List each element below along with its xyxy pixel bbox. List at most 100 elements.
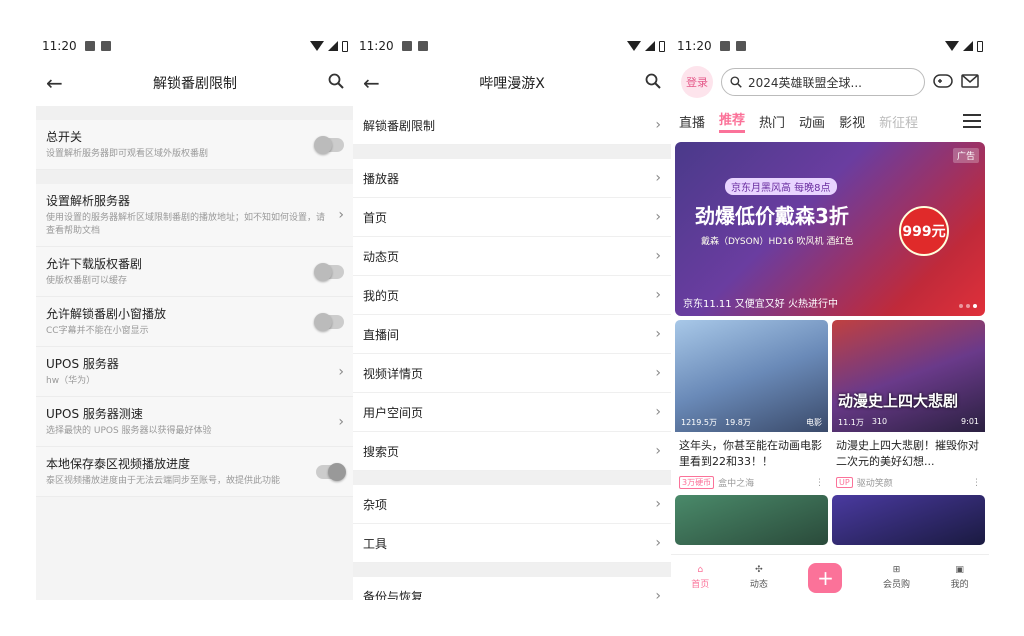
view-count: 1219.5万 <box>681 418 717 427</box>
chevron-right-icon: › <box>655 287 661 303</box>
video-feed: 1219.5万 19.8万 电影 这年头，你甚至能在动画电影里看到22和33！！… <box>671 316 989 495</box>
toggle-switch[interactable] <box>314 312 344 331</box>
setting-subtitle: 使版权番剧可以缓存 <box>46 276 128 286</box>
search-icon[interactable] <box>316 73 344 93</box>
wifi-icon <box>310 41 324 51</box>
menu-item-video-detail[interactable]: 视频详情页 › <box>353 354 671 393</box>
toggle-switch[interactable] <box>314 135 344 154</box>
video-card[interactable]: 动漫史上四大悲剧 11.1万 310 9:01 动漫史上四大悲剧！摧毁你对二次元… <box>832 320 985 491</box>
coin-badge: 3万硬币 <box>679 476 715 489</box>
battery-icon <box>659 40 665 52</box>
menu-item-search[interactable]: 搜索页 › <box>353 432 671 471</box>
tab-hot[interactable]: 热门 <box>759 112 785 131</box>
setting-subtitle: 选择最快的 UPOS 服务器以获得最好体验 <box>46 426 212 436</box>
plus-icon: + <box>808 562 843 593</box>
tab-anime[interactable]: 动画 <box>799 112 825 131</box>
carousel-dots <box>959 304 977 308</box>
tab-movies[interactable]: 影视 <box>839 112 865 131</box>
nav-publish[interactable]: + <box>808 562 843 593</box>
more-options-icon[interactable]: ⋮ <box>972 478 981 488</box>
status-time: 11:20 <box>42 39 77 53</box>
menu-item-tools[interactable]: 工具 › <box>353 524 671 563</box>
chevron-right-icon: › <box>655 326 661 342</box>
ad-banner[interactable]: 广告 京东月黑风高 每晚8点 劲爆低价戴森3折 戴森（DYSON）HD16 吹风… <box>675 142 985 316</box>
banner-price: 999元 <box>899 206 949 256</box>
setting-title: 允许解锁番剧小窗播放 <box>46 307 167 321</box>
status-bar: 11:20 <box>36 32 354 60</box>
menu-item-mine[interactable]: 我的页 › <box>353 276 671 315</box>
setting-subtitle: 泰区视频播放进度由于无法云端同步至账号，故提供此功能 <box>46 476 281 486</box>
nav-dynamic[interactable]: ✣ 动态 <box>750 565 768 590</box>
hamburger-menu-icon[interactable] <box>963 110 981 132</box>
menu-item-user-space[interactable]: 用户空间页 › <box>353 393 671 432</box>
nav-home[interactable]: ⌂ 首页 <box>691 565 709 590</box>
banner-promo: 京东月黑风高 每晚8点 <box>725 178 837 195</box>
menu-item-unlock-bangumi[interactable]: 解锁番剧限制 › <box>353 106 671 145</box>
video-duration: 9:01 <box>961 417 979 426</box>
mail-icon[interactable] <box>961 73 979 92</box>
comment-count: 310 <box>871 417 888 426</box>
image-notification-icon <box>719 41 730 51</box>
home-icon: ⌂ <box>697 565 704 575</box>
setting-title: UPOS 服务器 <box>46 357 119 371</box>
signal-icon <box>963 41 973 51</box>
status-bar: 11:20 <box>671 32 989 60</box>
chevron-right-icon: › <box>655 170 661 186</box>
app-bar: ← 哔哩漫游X <box>353 60 671 106</box>
setting-parse-server[interactable]: 设置解析服务器 使用设置的服务器解析区域限制番剧的播放地址；如不知如何设置，请查看… <box>36 184 354 247</box>
nav-me[interactable]: ▣ 我的 <box>951 565 969 590</box>
video-tag: 电影 <box>806 418 822 427</box>
category-tabs: 直播 推荐 热门 动画 影视 新征程 <box>671 104 989 138</box>
gamepad-icon[interactable] <box>933 73 953 92</box>
author-name[interactable]: 盒中之海 <box>718 476 754 489</box>
chevron-right-icon: › <box>655 443 661 459</box>
setting-master-switch[interactable]: 总开关 设置解析服务器即可观看区域外版权番剧 <box>36 120 354 170</box>
chevron-right-icon: › <box>655 117 661 133</box>
menu-item-live[interactable]: 直播间 › <box>353 315 671 354</box>
menu-item-misc[interactable]: 杂项 › <box>353 485 671 524</box>
tab-recommend[interactable]: 推荐 <box>719 109 746 133</box>
login-button[interactable]: 登录 <box>681 66 713 98</box>
setting-upos-server[interactable]: UPOS 服务器 hw（华为） › <box>36 347 354 397</box>
more-options-icon[interactable]: ⋮ <box>815 478 824 488</box>
video-thumbnail: 1219.5万 19.8万 电影 <box>675 320 828 432</box>
video-thumbnail: 动漫史上四大悲剧 11.1万 310 9:01 <box>832 320 985 432</box>
pinwheel-icon: ✣ <box>755 565 763 575</box>
back-arrow-icon[interactable]: ← <box>46 71 74 95</box>
chevron-right-icon: › <box>655 209 661 225</box>
toggle-switch[interactable] <box>316 462 346 481</box>
tab-live[interactable]: 直播 <box>679 112 705 131</box>
setting-subtitle: 设置解析服务器即可观看区域外版权番剧 <box>46 149 209 159</box>
setting-subtitle: 使用设置的服务器解析区域限制番剧的播放地址；如不知如何设置，请查看帮助文档 <box>46 213 326 236</box>
setting-allow-mini-window[interactable]: 允许解锁番剧小窗播放 CC字幕并不能在小窗显示 <box>36 297 354 347</box>
app-notification-icon <box>735 41 746 51</box>
video-feed-row-2 <box>671 495 989 545</box>
nav-shop[interactable]: ⊞ 会员购 <box>883 565 910 590</box>
bottom-nav: ⌂ 首页 ✣ 动态 + ⊞ 会员购 ▣ 我的 <box>671 554 989 600</box>
setting-subtitle: hw（华为） <box>46 376 96 386</box>
search-input[interactable]: 2024英雄联盟全球... <box>721 68 925 96</box>
video-thumbnail[interactable] <box>832 495 985 545</box>
author-name[interactable]: 驱动笑颜 <box>857 476 893 489</box>
page-title: 解锁番剧限制 <box>153 76 237 92</box>
search-icon <box>730 76 742 88</box>
status-time: 11:20 <box>359 39 394 53</box>
chevron-right-icon: › <box>655 496 661 512</box>
setting-upos-speedtest[interactable]: UPOS 服务器测速 选择最快的 UPOS 服务器以获得最好体验 › <box>36 397 354 447</box>
menu-item-player[interactable]: 播放器 › <box>353 159 671 198</box>
toggle-switch[interactable] <box>314 262 344 281</box>
menu-item-home[interactable]: 首页 › <box>353 198 671 237</box>
back-arrow-icon[interactable]: ← <box>363 71 391 95</box>
setting-local-progress[interactable]: 本地保存泰区视频播放进度 泰区视频播放进度由于无法云端同步至账号，故提供此功能 <box>36 447 354 497</box>
setting-allow-download[interactable]: 允许下载版权番剧 使版权番剧可以缓存 <box>36 247 354 297</box>
video-card[interactable]: 1219.5万 19.8万 电影 这年头，你甚至能在动画电影里看到22和33！！… <box>675 320 828 491</box>
tab-new-journey[interactable]: 新征程 <box>879 112 918 131</box>
menu-item-dynamic[interactable]: 动态页 › <box>353 237 671 276</box>
chevron-right-icon: › <box>655 404 661 420</box>
screen-bilibili-home: 11:20 登录 2024英雄联盟全球... 直播 推荐 热门 动画 影视 新征… <box>671 32 989 600</box>
menu-item-backup[interactable]: 备份与恢复 › <box>353 577 671 600</box>
video-thumbnail[interactable] <box>675 495 828 545</box>
search-icon[interactable] <box>633 73 661 93</box>
app-notification-icon <box>417 41 428 51</box>
video-title: 动漫史上四大悲剧！摧毁你对二次元的美好幻想... <box>836 439 979 468</box>
